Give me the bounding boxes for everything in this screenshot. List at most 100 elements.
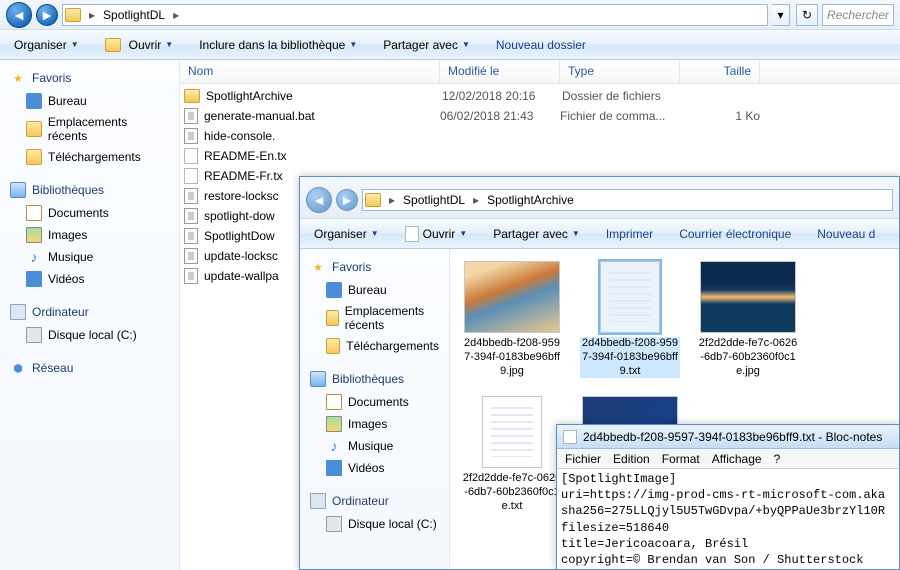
nav-videos[interactable]: Vidéos [0, 268, 179, 290]
video-icon [26, 271, 42, 287]
open-button[interactable]: Ouvrir▼ [399, 223, 474, 245]
share-button[interactable]: Partager avec▼ [487, 224, 586, 244]
new-folder-button[interactable]: Nouveau d [811, 224, 881, 244]
col-name[interactable]: Nom [180, 60, 440, 83]
history-dropdown[interactable]: ▾ [772, 4, 790, 26]
back-button[interactable]: ◄ [306, 187, 332, 213]
images-icon [26, 227, 42, 243]
thumbnail-caption: 2d4bbedb-f208-9597-394f-0183be96bff9.jpg [462, 337, 562, 378]
recent-icon [26, 121, 42, 137]
table-row[interactable]: README-En.tx [180, 146, 900, 166]
nav-libraries[interactable]: Bibliothèques [0, 178, 179, 202]
drive-icon [26, 327, 42, 343]
breadcrumb-seg[interactable]: SpotlightDL [99, 6, 169, 24]
col-modified[interactable]: Modifié le [440, 60, 560, 83]
nav-drive-c[interactable]: Disque local (C:) [0, 324, 179, 346]
thumbnail-item[interactable]: 2d4bbedb-f208-9597-394f-0183be96bff9.jpg [462, 261, 562, 378]
col-type[interactable]: Type [560, 60, 680, 83]
chevron-right-icon[interactable]: ▸ [171, 8, 181, 22]
nav-documents[interactable]: Documents [300, 391, 449, 413]
music-icon: ♪ [326, 438, 342, 454]
open-button[interactable]: Ouvrir▼ [99, 35, 180, 55]
nav-downloads[interactable]: Téléchargements [300, 335, 449, 357]
nav-music[interactable]: ♪Musique [300, 435, 449, 457]
refresh-button[interactable]: ↻ [796, 4, 818, 26]
new-folder-button[interactable]: Nouveau dossier [490, 35, 592, 55]
text-icon [405, 226, 419, 242]
table-row[interactable]: generate-manual.bat06/02/2018 21:43Fichi… [180, 106, 900, 126]
file-size: 1 Ko [680, 109, 760, 123]
nav-recent[interactable]: Emplacements récents [300, 301, 449, 335]
computer-icon [10, 304, 26, 320]
breadcrumb[interactable]: ▸ SpotlightDL ▸ SpotlightArchive [362, 189, 893, 211]
organize-button[interactable]: Organiser▼ [308, 224, 385, 244]
thumbnail-caption: 2f2d2dde-fe7c-0626-6db7-60b2360f0c1e.txt [462, 472, 562, 513]
forward-button[interactable]: ► [336, 189, 358, 211]
nav-recent[interactable]: Emplacements récents [0, 112, 179, 146]
nav-documents[interactable]: Documents [0, 202, 179, 224]
downloads-icon [326, 338, 340, 354]
chevron-right-icon[interactable]: ▸ [471, 193, 481, 207]
file-modified: 12/02/2018 20:16 [442, 89, 562, 103]
print-button[interactable]: Imprimer [600, 224, 659, 244]
menubar: Fichier Edition Format Affichage ? [557, 449, 899, 469]
nav-computer[interactable]: Ordinateur [0, 300, 179, 324]
chevron-right-icon[interactable]: ▸ [387, 193, 397, 207]
breadcrumb-seg[interactable]: SpotlightDL [399, 191, 469, 209]
file-name: SpotlightArchive [206, 89, 442, 103]
folder-open-icon [105, 38, 121, 52]
file-name: hide-console. [204, 129, 440, 143]
nav-desktop[interactable]: Bureau [300, 279, 449, 301]
mail-button[interactable]: Courrier électronique [673, 224, 797, 244]
nav-videos[interactable]: Vidéos [300, 457, 449, 479]
nav-computer[interactable]: Ordinateur [300, 489, 449, 513]
thumbnail-item[interactable]: 2f2d2dde-fe7c-0626-6db7-60b2360f0c1e.jpg [698, 261, 798, 378]
file-name: README-En.tx [204, 149, 440, 163]
organize-button[interactable]: Organiser▼ [8, 35, 85, 55]
share-button[interactable]: Partager avec▼ [377, 35, 476, 55]
window-title: 2d4bbedb-f208-9597-394f-0183be96bff9.txt… [583, 430, 882, 444]
document-icon [326, 394, 342, 410]
computer-icon [310, 493, 326, 509]
menu-view[interactable]: Affichage [712, 452, 762, 466]
col-size[interactable]: Taille [680, 60, 760, 83]
titlebar[interactable]: 2d4bbedb-f208-9597-394f-0183be96bff9.txt… [557, 425, 899, 449]
nav-libraries[interactable]: Bibliothèques [300, 367, 449, 391]
menu-edit[interactable]: Edition [613, 452, 650, 466]
video-icon [326, 460, 342, 476]
nav-favorites[interactable]: ★Favoris [300, 255, 449, 279]
menu-file[interactable]: Fichier [565, 452, 601, 466]
search-input[interactable]: Rechercher [822, 4, 894, 26]
text-content[interactable]: [SpotlightImage] uri=https://img-prod-cm… [557, 469, 899, 570]
nav-music[interactable]: ♪Musique [0, 246, 179, 268]
nav-drive-c[interactable]: Disque local (C:) [300, 513, 449, 535]
nav-downloads[interactable]: Téléchargements [0, 146, 179, 168]
include-library-button[interactable]: Inclure dans la bibliothèque▼ [193, 35, 363, 55]
file-type: Fichier de comma... [560, 109, 680, 123]
document-icon [26, 205, 42, 221]
chevron-right-icon[interactable]: ▸ [87, 8, 97, 22]
nav-favorites[interactable]: ★Favoris [0, 66, 179, 90]
nav-pane: ★Favoris Bureau Emplacements récents Tél… [300, 249, 450, 569]
nav-desktop[interactable]: Bureau [0, 90, 179, 112]
breadcrumb[interactable]: ▸ SpotlightDL ▸ [62, 4, 768, 26]
images-icon [326, 416, 342, 432]
back-button[interactable]: ◄ [6, 2, 32, 28]
thumbnail-item[interactable]: 2d4bbedb-f208-9597-394f-0183be96bff9.txt [580, 261, 680, 378]
file-name: generate-manual.bat [204, 109, 440, 123]
recent-icon [326, 310, 339, 326]
breadcrumb-seg[interactable]: SpotlightArchive [483, 191, 578, 209]
nav-network[interactable]: ⬢Réseau [0, 356, 179, 380]
forward-button[interactable]: ► [36, 4, 58, 26]
nav-images[interactable]: Images [300, 413, 449, 435]
nav-images[interactable]: Images [0, 224, 179, 246]
menu-format[interactable]: Format [662, 452, 700, 466]
table-row[interactable]: SpotlightArchive12/02/2018 20:16Dossier … [180, 86, 900, 106]
menu-help[interactable]: ? [774, 452, 781, 466]
table-row[interactable]: hide-console. [180, 126, 900, 146]
desktop-icon [326, 282, 342, 298]
column-headers: Nom Modifié le Type Taille [180, 60, 900, 84]
thumbnail-caption: 2d4bbedb-f208-9597-394f-0183be96bff9.txt [580, 337, 680, 378]
address-bar: ◄ ► ▸ SpotlightDL ▸ SpotlightArchive [300, 177, 899, 219]
thumbnail-item[interactable]: 2f2d2dde-fe7c-0626-6db7-60b2360f0c1e.txt [462, 396, 562, 513]
